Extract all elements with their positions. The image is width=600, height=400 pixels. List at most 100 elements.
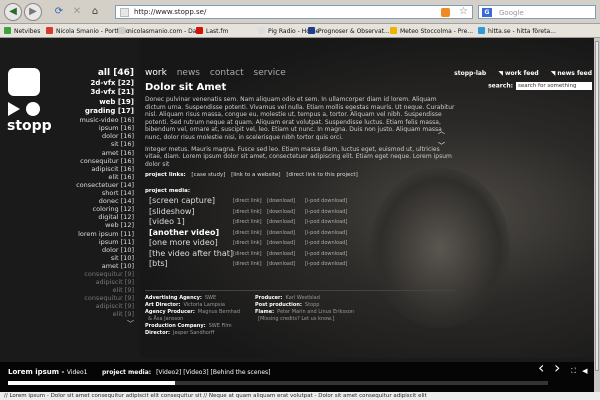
direct-project-link[interactable]: [direct link to this project] — [286, 172, 357, 178]
reload-icon[interactable]: ⟳ — [52, 5, 66, 19]
media-download-link[interactable]: [download] — [267, 219, 295, 225]
category-item[interactable]: amet [10] — [70, 262, 134, 270]
media-direct-link[interactable]: [direct link] — [233, 240, 262, 246]
news-feed-link[interactable]: ◥ news feed — [551, 70, 592, 77]
media-item[interactable]: [one more video] — [149, 238, 218, 247]
nav-work[interactable]: work — [145, 68, 167, 78]
media-download-link[interactable]: [download] — [267, 230, 295, 236]
rss-icon[interactable] — [441, 8, 450, 17]
media-ipod-link[interactable]: [i-pod download] — [305, 219, 347, 225]
back-icon[interactable]: ◀ — [4, 3, 22, 21]
category-item[interactable]: all [46] — [70, 68, 134, 79]
category-item[interactable]: grading [17] — [70, 107, 134, 116]
nav-contact[interactable]: contact — [210, 68, 244, 78]
category-item[interactable]: adipiscit [9] — [70, 278, 134, 286]
category-item[interactable]: consectetuer [14] — [70, 181, 134, 189]
category-item[interactable]: 3d-vfx [21] — [70, 88, 135, 97]
nav-news[interactable]: news — [177, 68, 200, 78]
category-item[interactable]: digital [12] — [70, 213, 134, 221]
bookmark-item[interactable]: Prognoser & Observat... — [308, 27, 390, 35]
media-download-link[interactable]: [download] — [267, 198, 295, 204]
player-media-video3[interactable]: [Video3] — [183, 369, 208, 376]
bookmark-item[interactable]: Netvibes — [4, 27, 40, 35]
media-ipod-link[interactable]: [i-pod download] — [305, 240, 347, 246]
bookmark-item[interactable]: hitta.se - hitta företa... — [478, 27, 556, 35]
media-item[interactable]: [screen capture] — [149, 196, 215, 205]
website-link[interactable]: [link to a website] — [231, 172, 280, 178]
category-item[interactable]: web [12] — [70, 221, 134, 229]
category-item[interactable]: sit [10] — [70, 254, 134, 262]
stopp-lab-link[interactable]: stopp-lab — [454, 70, 486, 77]
media-ipod-link[interactable]: [i-pod download] — [305, 261, 347, 267]
category-item[interactable]: 2d-vfx [22] — [70, 79, 135, 88]
next-icon[interactable]: › — [554, 358, 560, 377]
category-item[interactable]: short [14] — [70, 189, 134, 197]
site-search-input[interactable]: search for something — [516, 82, 592, 90]
media-item[interactable]: [bts] — [149, 259, 168, 268]
bookmark-item[interactable]: Nicola Smanio - Portfolio — [46, 27, 130, 35]
category-item[interactable]: sit [16] — [70, 140, 134, 148]
url-bar[interactable]: http://www.stopp.se/ ☆ — [115, 5, 473, 19]
category-item[interactable]: elit [9] — [70, 310, 134, 318]
media-download-link[interactable]: [download] — [267, 261, 295, 267]
category-item[interactable]: music-video [16] — [70, 116, 134, 124]
forward-icon[interactable]: ▶ — [24, 3, 42, 21]
page-scrollbar[interactable] — [594, 38, 600, 392]
category-item[interactable]: dolor [10] — [70, 246, 134, 254]
media-item[interactable]: [another video] — [149, 228, 219, 237]
scroll-up-icon[interactable]: ︿ — [438, 126, 445, 136]
media-item[interactable]: [video 1] — [149, 217, 185, 226]
category-item[interactable]: amet [16] — [70, 149, 134, 157]
media-direct-link[interactable]: [direct link] — [233, 261, 262, 267]
media-ipod-link[interactable]: [i-pod download] — [305, 230, 347, 236]
category-item[interactable]: adipiscit [16] — [70, 165, 134, 173]
media-download-link[interactable]: [download] — [267, 251, 295, 257]
google-icon[interactable]: G — [482, 8, 492, 17]
category-item[interactable]: coloring [12] — [70, 205, 134, 213]
stop-icon[interactable]: ✕ — [70, 5, 84, 19]
media-ipod-link[interactable]: [i-pod download] — [305, 251, 347, 257]
media-item[interactable]: [the video after that] — [149, 249, 233, 258]
previous-icon[interactable]: ‹ — [538, 358, 544, 377]
case-study-link[interactable]: [case study] — [191, 172, 225, 178]
fullscreen-icon[interactable]: ⛶ — [571, 367, 576, 375]
category-item[interactable]: consequitur [9] — [70, 294, 134, 302]
category-item[interactable]: lorem ipsum [11] — [70, 230, 134, 238]
scroll-down-icon[interactable]: ﹀ — [438, 141, 445, 151]
category-item[interactable]: adipiscit [9] — [70, 302, 134, 310]
browser-search-input[interactable]: G Google — [478, 5, 596, 19]
category-item[interactable]: web [19] — [70, 98, 134, 107]
bookmark-item[interactable]: nicolasmanio.com - Da... — [118, 27, 202, 35]
logo-play-icon[interactable] — [8, 102, 20, 116]
media-direct-link[interactable]: [direct link] — [233, 251, 262, 257]
progress-bar[interactable] — [8, 381, 548, 385]
category-item[interactable]: consequitur [9] — [70, 270, 134, 278]
media-direct-link[interactable]: [direct link] — [233, 209, 262, 215]
media-ipod-link[interactable]: [i-pod download] — [305, 209, 347, 215]
page-scrollbar-thumb[interactable] — [595, 41, 599, 371]
bookmark-item[interactable]: Last.fm — [196, 27, 228, 35]
media-direct-link[interactable]: [direct link] — [233, 219, 262, 225]
logo-dot[interactable] — [26, 102, 40, 116]
home-icon[interactable]: ⌂ — [88, 5, 102, 19]
media-download-link[interactable]: [download] — [267, 209, 295, 215]
bookmark-item[interactable]: Meteo Stoccolma - Pre... — [390, 27, 473, 35]
volume-icon[interactable]: ◀ — [582, 367, 587, 375]
category-item[interactable]: elit [16] — [70, 173, 134, 181]
category-item[interactable]: ipsum [16] — [70, 124, 134, 132]
category-item[interactable]: donec [14] — [70, 197, 134, 205]
category-item[interactable]: dolor [16] — [70, 132, 134, 140]
logo-square[interactable] — [8, 68, 40, 96]
star-icon[interactable]: ☆ — [459, 6, 468, 17]
player-media-video2[interactable]: [Video2] — [156, 369, 181, 376]
media-direct-link[interactable]: [direct link] — [233, 230, 262, 236]
logo-text[interactable]: stopp — [7, 118, 52, 134]
media-download-link[interactable]: [download] — [267, 240, 295, 246]
player-media-bts[interactable]: [Behind the scenes] — [211, 369, 271, 376]
category-item[interactable]: ipsum [11] — [70, 238, 134, 246]
category-scroll-down-icon[interactable]: ﹀ — [70, 319, 134, 329]
category-item[interactable]: elit [9] — [70, 286, 134, 294]
media-direct-link[interactable]: [direct link] — [233, 198, 262, 204]
media-item[interactable]: [slideshow] — [149, 207, 195, 216]
category-item[interactable]: consequitur [16] — [70, 157, 134, 165]
